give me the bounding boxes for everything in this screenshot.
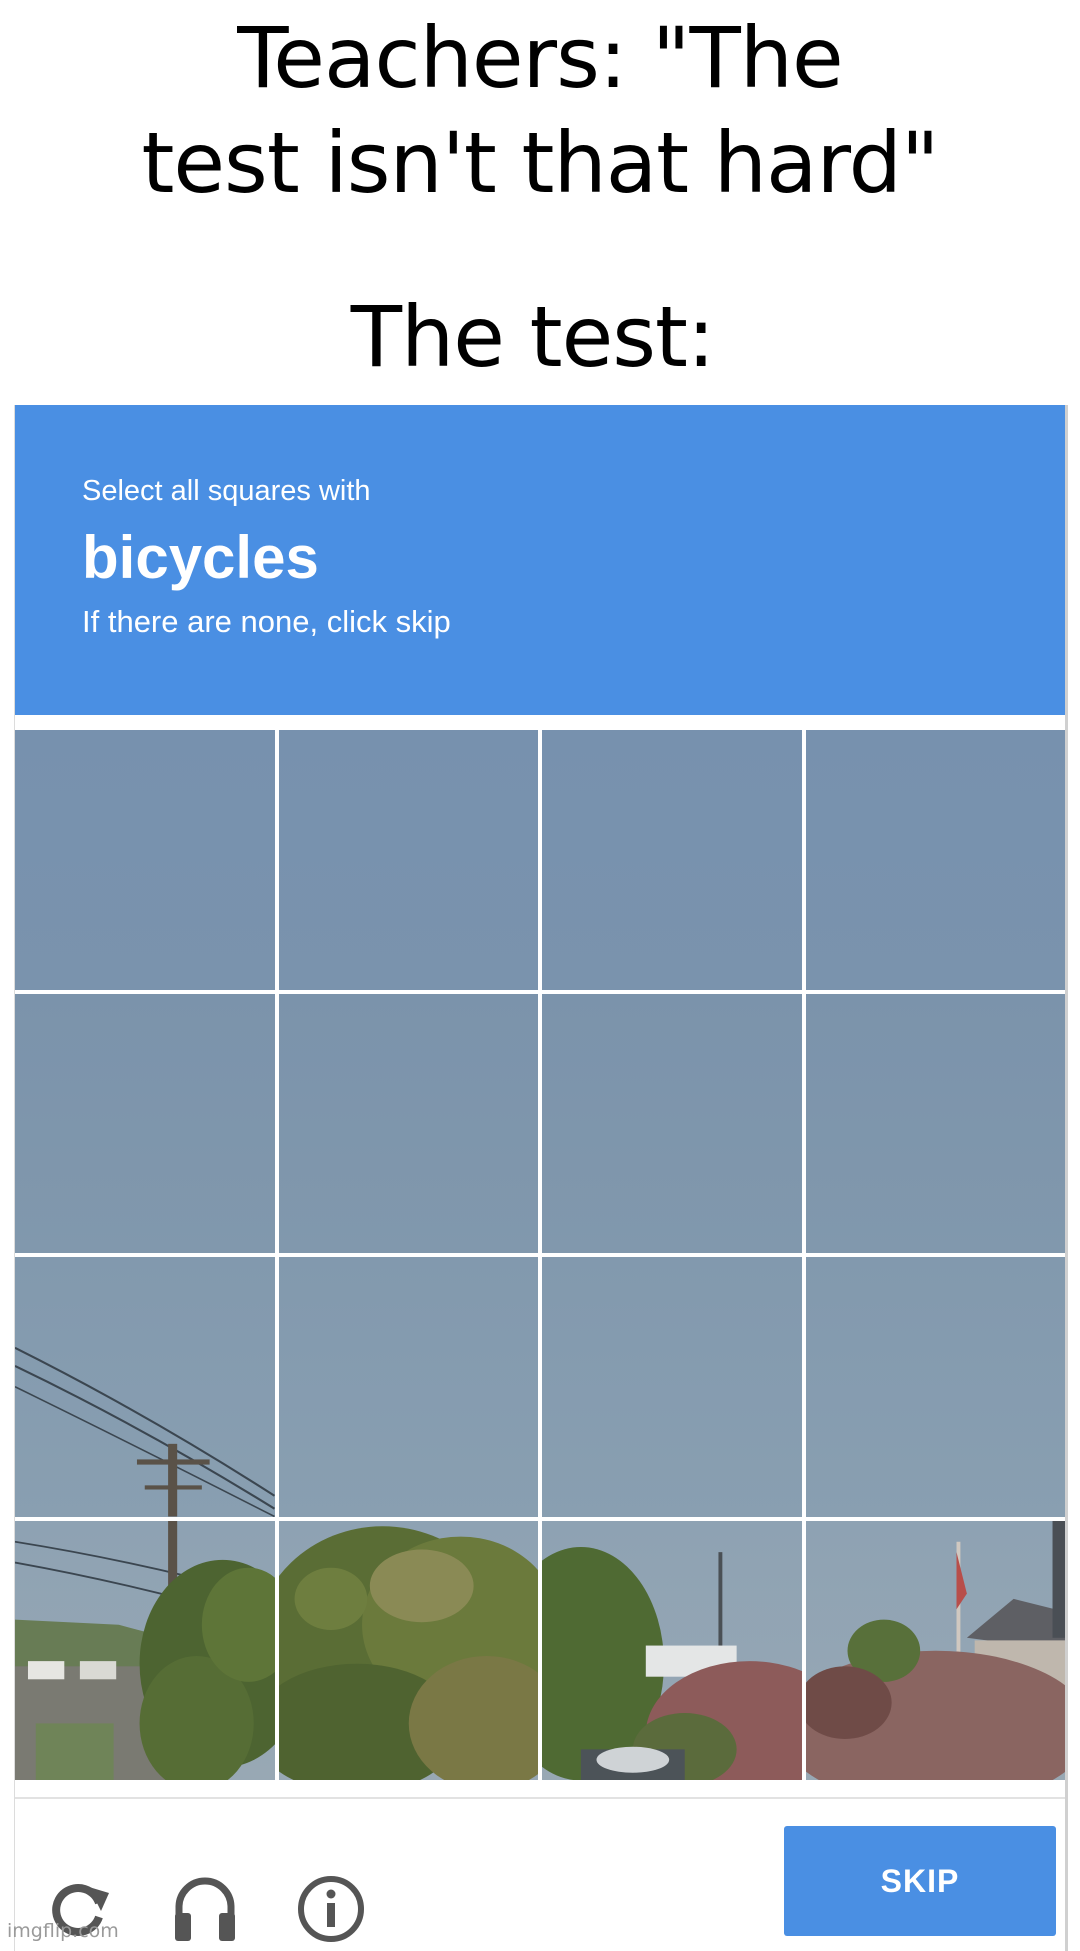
skip-hint-text: If there are none, click skip — [82, 604, 451, 639]
meme-subtitle: The test: — [350, 288, 716, 386]
meme-title-line-1: Teachers: "The — [237, 9, 843, 107]
grid-tile-r1-c3[interactable] — [542, 730, 802, 990]
meme-title: Teachers: "The test isn't that hard" — [0, 6, 1080, 216]
grid-tile-r1-c1[interactable] — [15, 730, 275, 990]
grid-tile-r2-c3[interactable] — [542, 993, 802, 1253]
power-lines-image — [15, 1346, 275, 1517]
info-icon[interactable] — [295, 1873, 367, 1945]
image-grid — [15, 730, 1065, 1780]
target-object-label: bicycles — [82, 524, 319, 591]
headphones-icon[interactable] — [169, 1873, 241, 1945]
grid-tile-r4-c2[interactable] — [278, 1520, 538, 1780]
grid-tile-r2-c1[interactable] — [15, 993, 275, 1253]
grid-tile-r1-c4[interactable] — [805, 730, 1065, 990]
street-scene-image — [15, 1520, 275, 1780]
captcha-widget: Select all squares with bicycles If ther… — [14, 405, 1068, 1951]
grid-tile-r3-c4[interactable] — [805, 1257, 1065, 1517]
tree-image — [278, 1525, 538, 1780]
grid-tile-r2-c4[interactable] — [805, 993, 1065, 1253]
meme-title-line-2: test isn't that hard" — [141, 114, 939, 212]
imgflip-watermark: imgflip.com — [7, 1920, 119, 1942]
skip-button[interactable]: SKIP — [784, 1826, 1056, 1936]
grid-tile-r1-c2[interactable] — [278, 730, 538, 990]
captcha-header: Select all squares with bicycles If ther… — [15, 405, 1065, 715]
grid-tile-r2-c2[interactable] — [278, 993, 538, 1253]
shrubs-image — [542, 1546, 802, 1780]
grid-tile-r4-c1[interactable] — [15, 1520, 275, 1780]
house-flowers-image — [805, 1520, 1065, 1780]
footer-divider — [15, 1797, 1065, 1799]
grid-tile-r4-c3[interactable] — [542, 1520, 802, 1780]
grid-tile-r3-c2[interactable] — [278, 1257, 538, 1517]
instruction-text: Select all squares with — [82, 475, 371, 507]
grid-tile-r3-c3[interactable] — [542, 1257, 802, 1517]
grid-tile-r3-c1[interactable] — [15, 1257, 275, 1517]
grid-tile-r4-c4[interactable] — [805, 1520, 1065, 1780]
